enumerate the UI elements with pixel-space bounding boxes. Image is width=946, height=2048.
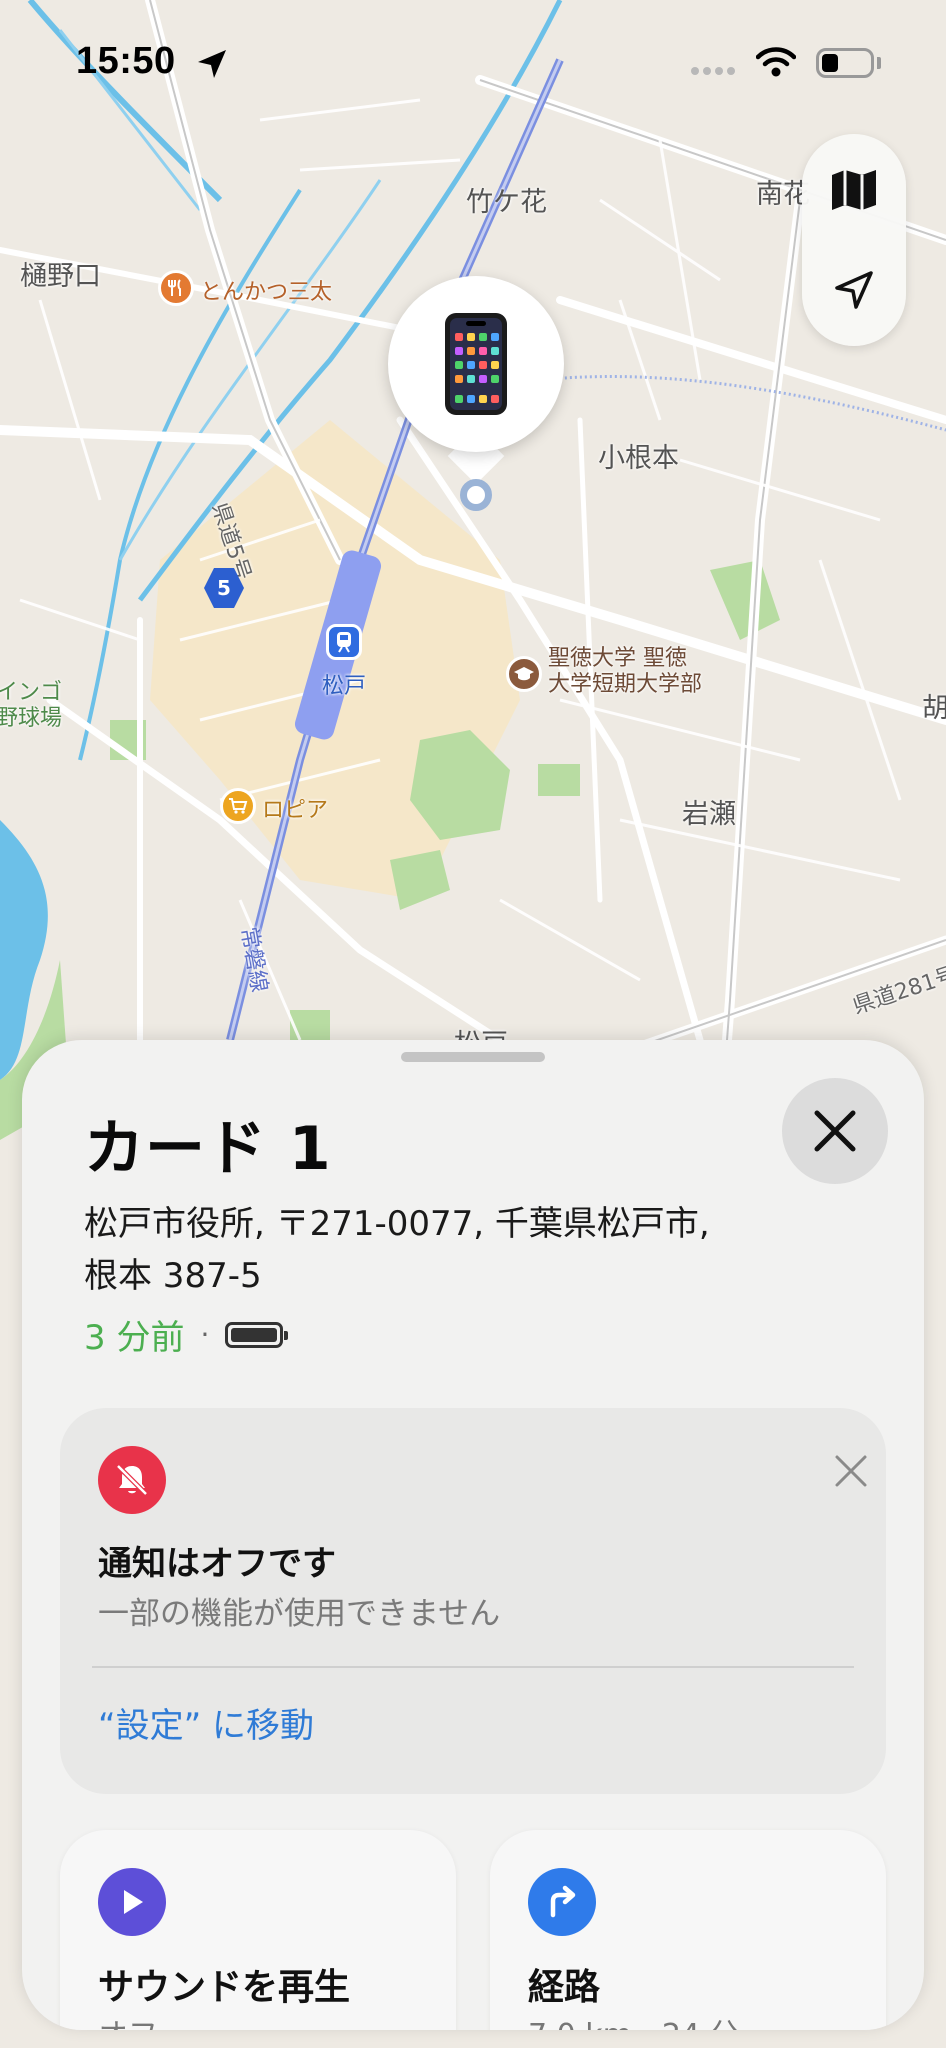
train-station-icon[interactable] (326, 624, 362, 660)
battery-nub (877, 57, 881, 69)
close-icon (814, 1110, 856, 1152)
map-icon (832, 170, 876, 210)
play-sound-status: オフ (98, 2010, 158, 2030)
dismiss-notice-button[interactable] (826, 1446, 876, 1496)
address-line-1: 松戸市役所, 〒271-0077, 千葉県松戸市, (84, 1204, 710, 1244)
map-controls (802, 134, 906, 346)
notice-title: 通知はオフです (98, 1544, 336, 1584)
map-label-konemoto: 小根本 (598, 443, 679, 474)
phone-icon (445, 313, 507, 415)
turn-right-arrow-icon (528, 1868, 596, 1936)
device-pin[interactable] (388, 276, 564, 452)
map-label-hinoguchi: 樋野口 (20, 261, 101, 292)
play-icon (98, 1868, 166, 1936)
location-arrow-icon (835, 271, 873, 309)
location-dot (460, 479, 492, 511)
play-sound-button[interactable]: サウンドを再生 オフ (60, 1830, 456, 2030)
item-address: 松戸市役所, 〒271-0077, 千葉県松戸市, 根本 387-5 (84, 1198, 864, 1302)
item-battery-icon (225, 1321, 289, 1348)
close-button[interactable] (782, 1078, 888, 1184)
notice-divider (92, 1666, 854, 1668)
shopping-pin-icon[interactable] (220, 788, 256, 824)
university-pin-icon[interactable] (506, 656, 542, 692)
map-label-matsudo-station[interactable]: 松戸 (322, 668, 366, 700)
meta-separator: · (200, 1318, 210, 1351)
item-detail-sheet: カード 1 松戸市役所, 〒271-0077, 千葉県松戸市, 根本 387-5… (22, 1040, 924, 2030)
map-label-seitoku[interactable]: 聖徳大学 聖徳 大学短期大学部 (548, 646, 702, 698)
sheet-grabber[interactable] (401, 1052, 545, 1062)
wifi-icon (756, 47, 796, 77)
close-icon (835, 1455, 867, 1487)
notifications-off-notice: 通知はオフです 一部の機能が使用できません “設定” に移動 (60, 1408, 886, 1794)
go-to-settings-link[interactable]: “設定” に移動 (98, 1698, 314, 1747)
last-seen-time: 3 分前 (84, 1318, 185, 1358)
cellular-signal-icon (691, 67, 735, 75)
item-meta: 3 分前 · (84, 1310, 289, 1359)
address-line-2: 根本 387-5 (84, 1256, 262, 1296)
battery-status-icon (816, 48, 874, 78)
map-mode-button[interactable] (802, 140, 906, 240)
item-title: カード 1 (84, 1114, 332, 1184)
directions-label: 経路 (528, 1967, 601, 2008)
status-time: 15:50 (76, 40, 176, 82)
current-location-button[interactable] (802, 240, 906, 340)
directions-distance: 7.0 km・24 分 (528, 2010, 740, 2030)
map-label-takegahana: 竹ケ花 (466, 187, 547, 218)
location-services-icon (198, 50, 226, 78)
directions-button[interactable]: 経路 7.0 km・24 分 (490, 1830, 886, 2030)
map-label-baseball: インゴ 野球場 (0, 680, 63, 731)
map-label-edge-right: 胡 (922, 693, 946, 724)
restaurant-pin-icon[interactable] (158, 270, 194, 306)
play-sound-label: サウンドを再生 (98, 1967, 351, 2008)
notice-subtitle: 一部の機能が使用できません (98, 1596, 501, 1632)
map-label-tonkatsu[interactable]: とんかつ三太 (200, 274, 332, 306)
bell-slash-icon (98, 1446, 166, 1514)
map-label-iwase: 岩瀬 (682, 799, 736, 830)
map-label-lopia[interactable]: ロピア (262, 792, 328, 824)
